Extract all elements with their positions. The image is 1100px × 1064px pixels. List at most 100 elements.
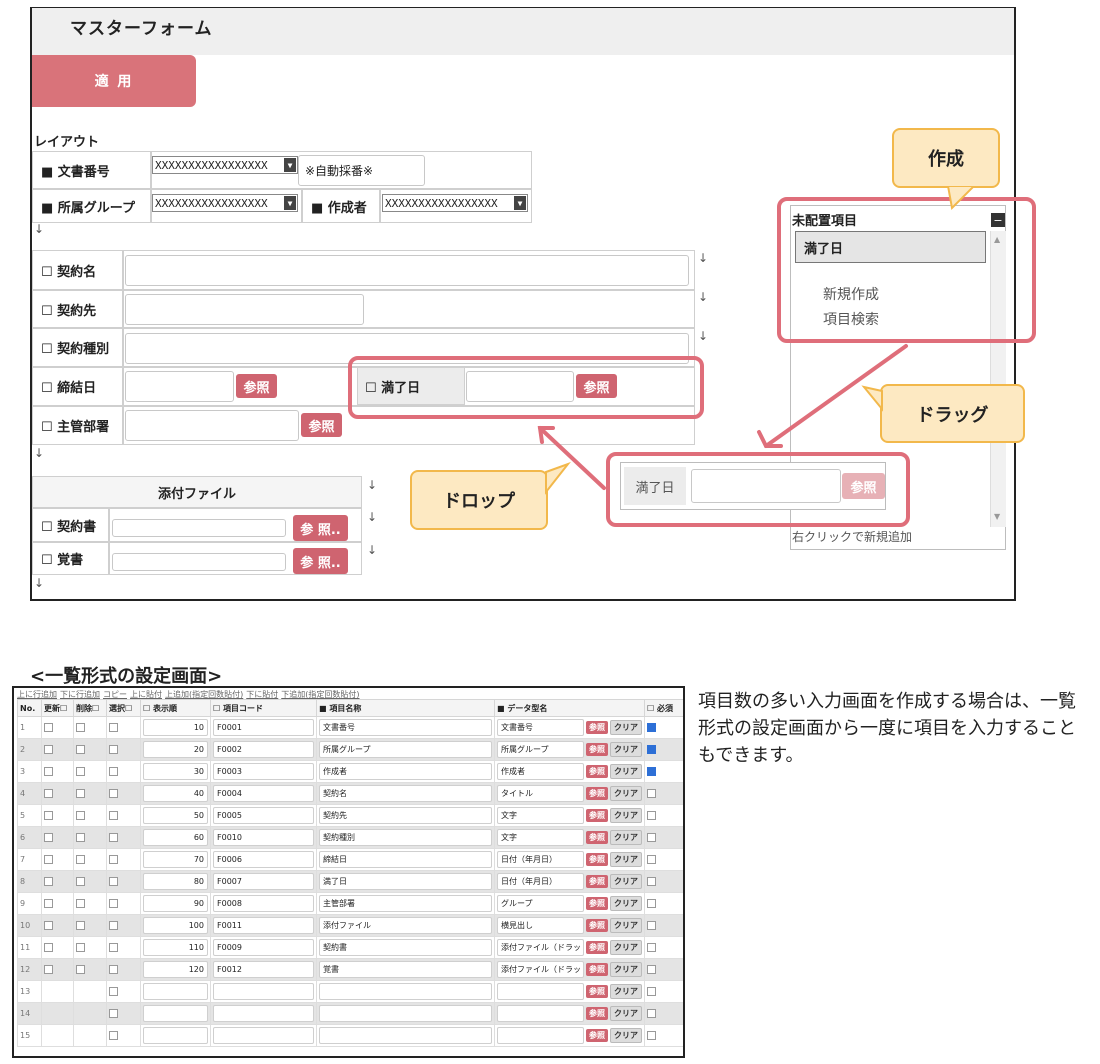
- row-op-link[interactable]: 上に行追加: [17, 690, 57, 699]
- type-clear-button[interactable]: クリア: [610, 1028, 642, 1043]
- type-input[interactable]: 作成者: [497, 763, 584, 780]
- name-input[interactable]: [319, 1005, 492, 1022]
- code-input[interactable]: F0001: [213, 719, 314, 736]
- order-input[interactable]: [143, 1005, 208, 1022]
- type-ref-button[interactable]: 参照: [586, 875, 608, 888]
- name-input[interactable]: 契約先: [319, 807, 492, 824]
- code-input[interactable]: F0008: [213, 895, 314, 912]
- row-op-link[interactable]: 上に貼付: [130, 690, 162, 699]
- name-input[interactable]: 文書番号: [319, 719, 492, 736]
- checkbox[interactable]: [44, 943, 53, 952]
- order-input[interactable]: 80: [143, 873, 208, 890]
- order-input[interactable]: 60: [143, 829, 208, 846]
- code-input[interactable]: F0009: [213, 939, 314, 956]
- checkbox[interactable]: [109, 987, 118, 996]
- name-input[interactable]: 満了日: [319, 873, 492, 890]
- order-input[interactable]: [143, 983, 208, 1000]
- checkbox[interactable]: [109, 921, 118, 930]
- type-clear-button[interactable]: クリア: [610, 720, 642, 735]
- type-input[interactable]: 所属グループ: [497, 741, 584, 758]
- checkbox[interactable]: [109, 965, 118, 974]
- checkbox[interactable]: [76, 943, 85, 952]
- type-ref-button[interactable]: 参照: [586, 1007, 608, 1020]
- code-input[interactable]: F0002: [213, 741, 314, 758]
- checkbox[interactable]: [109, 723, 118, 732]
- checkbox[interactable]: [109, 899, 118, 908]
- type-ref-button[interactable]: 参照: [586, 985, 608, 998]
- checkbox[interactable]: [647, 921, 656, 930]
- type-input[interactable]: 添付ファイル（ドラッ: [497, 939, 584, 956]
- checkbox[interactable]: [44, 745, 53, 754]
- order-input[interactable]: 70: [143, 851, 208, 868]
- checkbox[interactable]: [44, 855, 53, 864]
- name-input[interactable]: [319, 983, 492, 1000]
- type-input[interactable]: [497, 1027, 584, 1044]
- type-clear-button[interactable]: クリア: [610, 852, 642, 867]
- checkbox[interactable]: [647, 1031, 656, 1040]
- checkbox-checked[interactable]: [647, 767, 656, 776]
- checkbox[interactable]: [647, 899, 656, 908]
- order-input[interactable]: 120: [143, 961, 208, 978]
- type-input[interactable]: タイトル: [497, 785, 584, 802]
- checkbox[interactable]: [44, 789, 53, 798]
- name-input[interactable]: 所属グループ: [319, 741, 492, 758]
- checkbox[interactable]: [76, 723, 85, 732]
- checkbox[interactable]: [109, 1031, 118, 1040]
- checkbox[interactable]: [44, 921, 53, 930]
- row-op-link[interactable]: 下に行追加: [60, 690, 100, 699]
- type-clear-button[interactable]: クリア: [610, 830, 642, 845]
- type-clear-button[interactable]: クリア: [610, 742, 642, 757]
- checkbox-checked[interactable]: [647, 745, 656, 754]
- checkbox[interactable]: [76, 767, 85, 776]
- checkbox[interactable]: [76, 877, 85, 886]
- type-ref-button[interactable]: 参照: [586, 721, 608, 734]
- type-ref-button[interactable]: 参照: [586, 1029, 608, 1042]
- type-input[interactable]: 添付ファイル（ドラッ: [497, 961, 584, 978]
- row-op-link[interactable]: 下追加(指定回数貼付): [281, 690, 359, 699]
- code-input[interactable]: [213, 1005, 314, 1022]
- checkbox[interactable]: [647, 811, 656, 820]
- type-ref-button[interactable]: 参照: [586, 831, 608, 844]
- type-ref-button[interactable]: 参照: [586, 963, 608, 976]
- type-clear-button[interactable]: クリア: [610, 874, 642, 889]
- code-input[interactable]: F0012: [213, 961, 314, 978]
- code-input[interactable]: F0006: [213, 851, 314, 868]
- type-clear-button[interactable]: クリア: [610, 764, 642, 779]
- type-input[interactable]: 文書番号: [497, 719, 584, 736]
- checkbox-checked[interactable]: [647, 723, 656, 732]
- checkbox[interactable]: [109, 745, 118, 754]
- checkbox[interactable]: [109, 833, 118, 842]
- type-clear-button[interactable]: クリア: [610, 962, 642, 977]
- checkbox[interactable]: [76, 811, 85, 820]
- checkbox[interactable]: [109, 855, 118, 864]
- checkbox[interactable]: [44, 965, 53, 974]
- type-clear-button[interactable]: クリア: [610, 1006, 642, 1021]
- type-clear-button[interactable]: クリア: [610, 918, 642, 933]
- order-input[interactable]: 40: [143, 785, 208, 802]
- type-input[interactable]: 文字: [497, 807, 584, 824]
- code-input[interactable]: F0010: [213, 829, 314, 846]
- checkbox[interactable]: [44, 767, 53, 776]
- type-clear-button[interactable]: クリア: [610, 984, 642, 999]
- checkbox[interactable]: [647, 877, 656, 886]
- type-clear-button[interactable]: クリア: [610, 940, 642, 955]
- code-input[interactable]: [213, 983, 314, 1000]
- row-op-link[interactable]: コピー: [103, 690, 127, 699]
- checkbox[interactable]: [109, 1009, 118, 1018]
- order-input[interactable]: 110: [143, 939, 208, 956]
- order-input[interactable]: 100: [143, 917, 208, 934]
- checkbox[interactable]: [76, 855, 85, 864]
- checkbox[interactable]: [44, 723, 53, 732]
- checkbox[interactable]: [647, 855, 656, 864]
- checkbox[interactable]: [647, 987, 656, 996]
- type-input[interactable]: [497, 983, 584, 1000]
- checkbox[interactable]: [76, 899, 85, 908]
- type-clear-button[interactable]: クリア: [610, 786, 642, 801]
- checkbox[interactable]: [647, 833, 656, 842]
- checkbox[interactable]: [44, 833, 53, 842]
- checkbox[interactable]: [647, 789, 656, 798]
- checkbox[interactable]: [76, 921, 85, 930]
- checkbox[interactable]: [109, 767, 118, 776]
- checkbox[interactable]: [44, 811, 53, 820]
- name-input[interactable]: 主管部署: [319, 895, 492, 912]
